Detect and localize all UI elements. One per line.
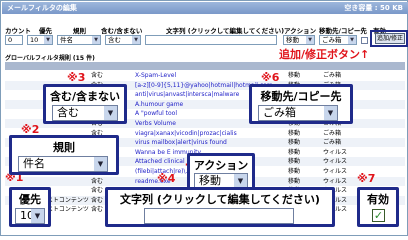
- callout-string: 文字列 (クリックして編集してください): [105, 187, 335, 227]
- chevron-down-icon: ▼: [31, 209, 44, 223]
- marker-6: ※6: [261, 71, 280, 84]
- destination-value: ごみ箱: [322, 36, 342, 44]
- row-action: 移動: [288, 158, 301, 166]
- header-count: カウント: [5, 27, 31, 35]
- table-row[interactable]: 含む X-Spam-Level 移動 ごみ箱: [5, 71, 405, 80]
- row-op: 含む: [91, 196, 104, 204]
- row-string: viagra|xanax|vicodin|prozac|cialis: [135, 129, 237, 137]
- window-title-bar: メールフィルタの編集 空き容量 : 50 KB: [2, 2, 408, 14]
- callout-string-label: 文字列 (クリックして編集してください): [120, 193, 320, 206]
- header-action: アクション: [284, 27, 317, 35]
- callout-string-input: [144, 208, 294, 224]
- marker-3: ※3: [67, 71, 86, 84]
- row-action: 移動: [288, 72, 301, 79]
- callout-rule-value: 件名: [23, 157, 45, 170]
- callout-contains-value: 含む: [57, 106, 79, 119]
- row-string: A "powful tool: [135, 110, 178, 118]
- count-field[interactable]: 0: [5, 35, 23, 45]
- row-action: 移動: [288, 177, 301, 185]
- row-dest: ウィルス: [323, 148, 348, 156]
- callout-action-value: 移動: [199, 174, 221, 187]
- row-dest: ウィルス: [323, 158, 348, 166]
- chevron-down-icon: ▼: [44, 36, 52, 44]
- header-move-copy: 移動先/コピー先: [319, 27, 367, 35]
- row-string: A.humour game: [135, 100, 184, 108]
- global-rules-title: グローバルフィルタ規則 (15 件): [5, 55, 95, 62]
- callout-enabled-label: 有効: [367, 193, 389, 206]
- header-priority: 優先: [39, 27, 52, 35]
- chevron-down-icon: ▼: [92, 36, 100, 44]
- row-dest: ごみ箱: [323, 139, 342, 147]
- callout-rule: 規則 件名 ▼: [9, 135, 119, 175]
- checkmark-icon: ✓: [372, 209, 385, 222]
- row-action: 移動: [288, 129, 301, 137]
- row-dest: ごみ箱: [323, 129, 342, 137]
- window-title: メールフィルタの編集: [7, 4, 77, 12]
- enabled-checkbox-small[interactable]: [361, 37, 368, 44]
- chevron-down-icon: ▼: [348, 36, 356, 44]
- callout-priority-label: 優先: [19, 193, 41, 206]
- row-op: 含む: [91, 206, 104, 214]
- callout-contains-select: 含む ▼: [52, 105, 118, 121]
- marker-7: ※7: [357, 172, 376, 185]
- contains-value: 含む: [108, 36, 121, 44]
- rule-select[interactable]: 件名 ▼: [57, 35, 101, 45]
- row-op: 含む: [91, 177, 104, 185]
- callout-enabled: 有効 ✓: [357, 187, 399, 227]
- rule-value: 件名: [60, 36, 73, 44]
- row-dest: ごみ箱: [323, 72, 342, 79]
- add-button-note: 追加/修正ボタン↑: [279, 48, 370, 61]
- callout-dest-value: ごみ箱: [263, 106, 296, 119]
- chevron-down-icon: ▼: [234, 174, 247, 188]
- add-modify-button[interactable]: 追加/修正: [375, 33, 405, 44]
- string-input[interactable]: [145, 35, 277, 45]
- chevron-down-icon: ▼: [104, 106, 117, 120]
- chevron-down-icon: ▼: [306, 36, 314, 44]
- action-select[interactable]: 移動 ▼: [283, 35, 315, 45]
- chevron-down-icon: ▼: [324, 106, 337, 120]
- row-action: 移動: [288, 148, 301, 156]
- global-rules-header-bar: [5, 62, 405, 70]
- quota-text: 空き容量 : 50 KB: [344, 4, 403, 12]
- filter-window: メールフィルタの編集 空き容量 : 50 KB カウント 優先 規則 含む/含ま…: [0, 0, 408, 236]
- count-value: 0: [8, 36, 13, 44]
- priority-select[interactable]: 10 ▼: [27, 35, 53, 45]
- row-string: Verbs Volume: [135, 120, 176, 127]
- row-op: 含む: [91, 187, 104, 195]
- action-value: 移動: [286, 36, 299, 44]
- row-string: anti|virus|anvast|intersca|malware: [135, 91, 240, 99]
- destination-select[interactable]: ごみ箱 ▼: [319, 35, 357, 45]
- row-string: X-Spam-Level: [135, 72, 177, 79]
- row-dest: ウィルス: [323, 168, 348, 175]
- callout-destination: 移動先/コピー先 ごみ箱 ▼: [249, 84, 353, 124]
- row-action: 移動: [288, 168, 301, 175]
- row-string: Attached clinical: [135, 158, 185, 166]
- callout-dest-select: ごみ箱 ▼: [258, 105, 338, 121]
- header-contains: 含む/含まない: [101, 27, 143, 35]
- header-string: 文字列 (クリックして編集してください): [166, 27, 285, 35]
- callout-action: アクション 移動 ▼: [187, 153, 255, 191]
- row-dest: ウィルス: [323, 177, 348, 185]
- callout-dest-label: 移動先/コピー先: [260, 90, 342, 103]
- chevron-down-icon: ▼: [132, 36, 140, 44]
- header-rule: 規則: [73, 27, 86, 35]
- row-op: 含む: [91, 72, 104, 79]
- row-action: 移動: [288, 139, 301, 147]
- marker-4: ※4: [157, 172, 176, 185]
- callout-contains-label: 含む/含まない: [49, 90, 121, 103]
- priority-value: 10: [30, 36, 39, 44]
- callout-priority: 優先 10 ▼: [9, 187, 51, 227]
- contains-select[interactable]: 含む ▼: [105, 35, 141, 45]
- callout-rule-select: 件名 ▼: [18, 156, 108, 172]
- callout-priority-select: 10 ▼: [15, 208, 45, 224]
- callout-action-label: アクション: [193, 159, 249, 172]
- callout-contains: 含む/含まない 含む ▼: [43, 84, 127, 124]
- chevron-down-icon: ▼: [94, 157, 107, 171]
- row-string: virus mailbox|alert|virus found: [135, 139, 227, 147]
- callout-rule-label: 規則: [53, 141, 75, 154]
